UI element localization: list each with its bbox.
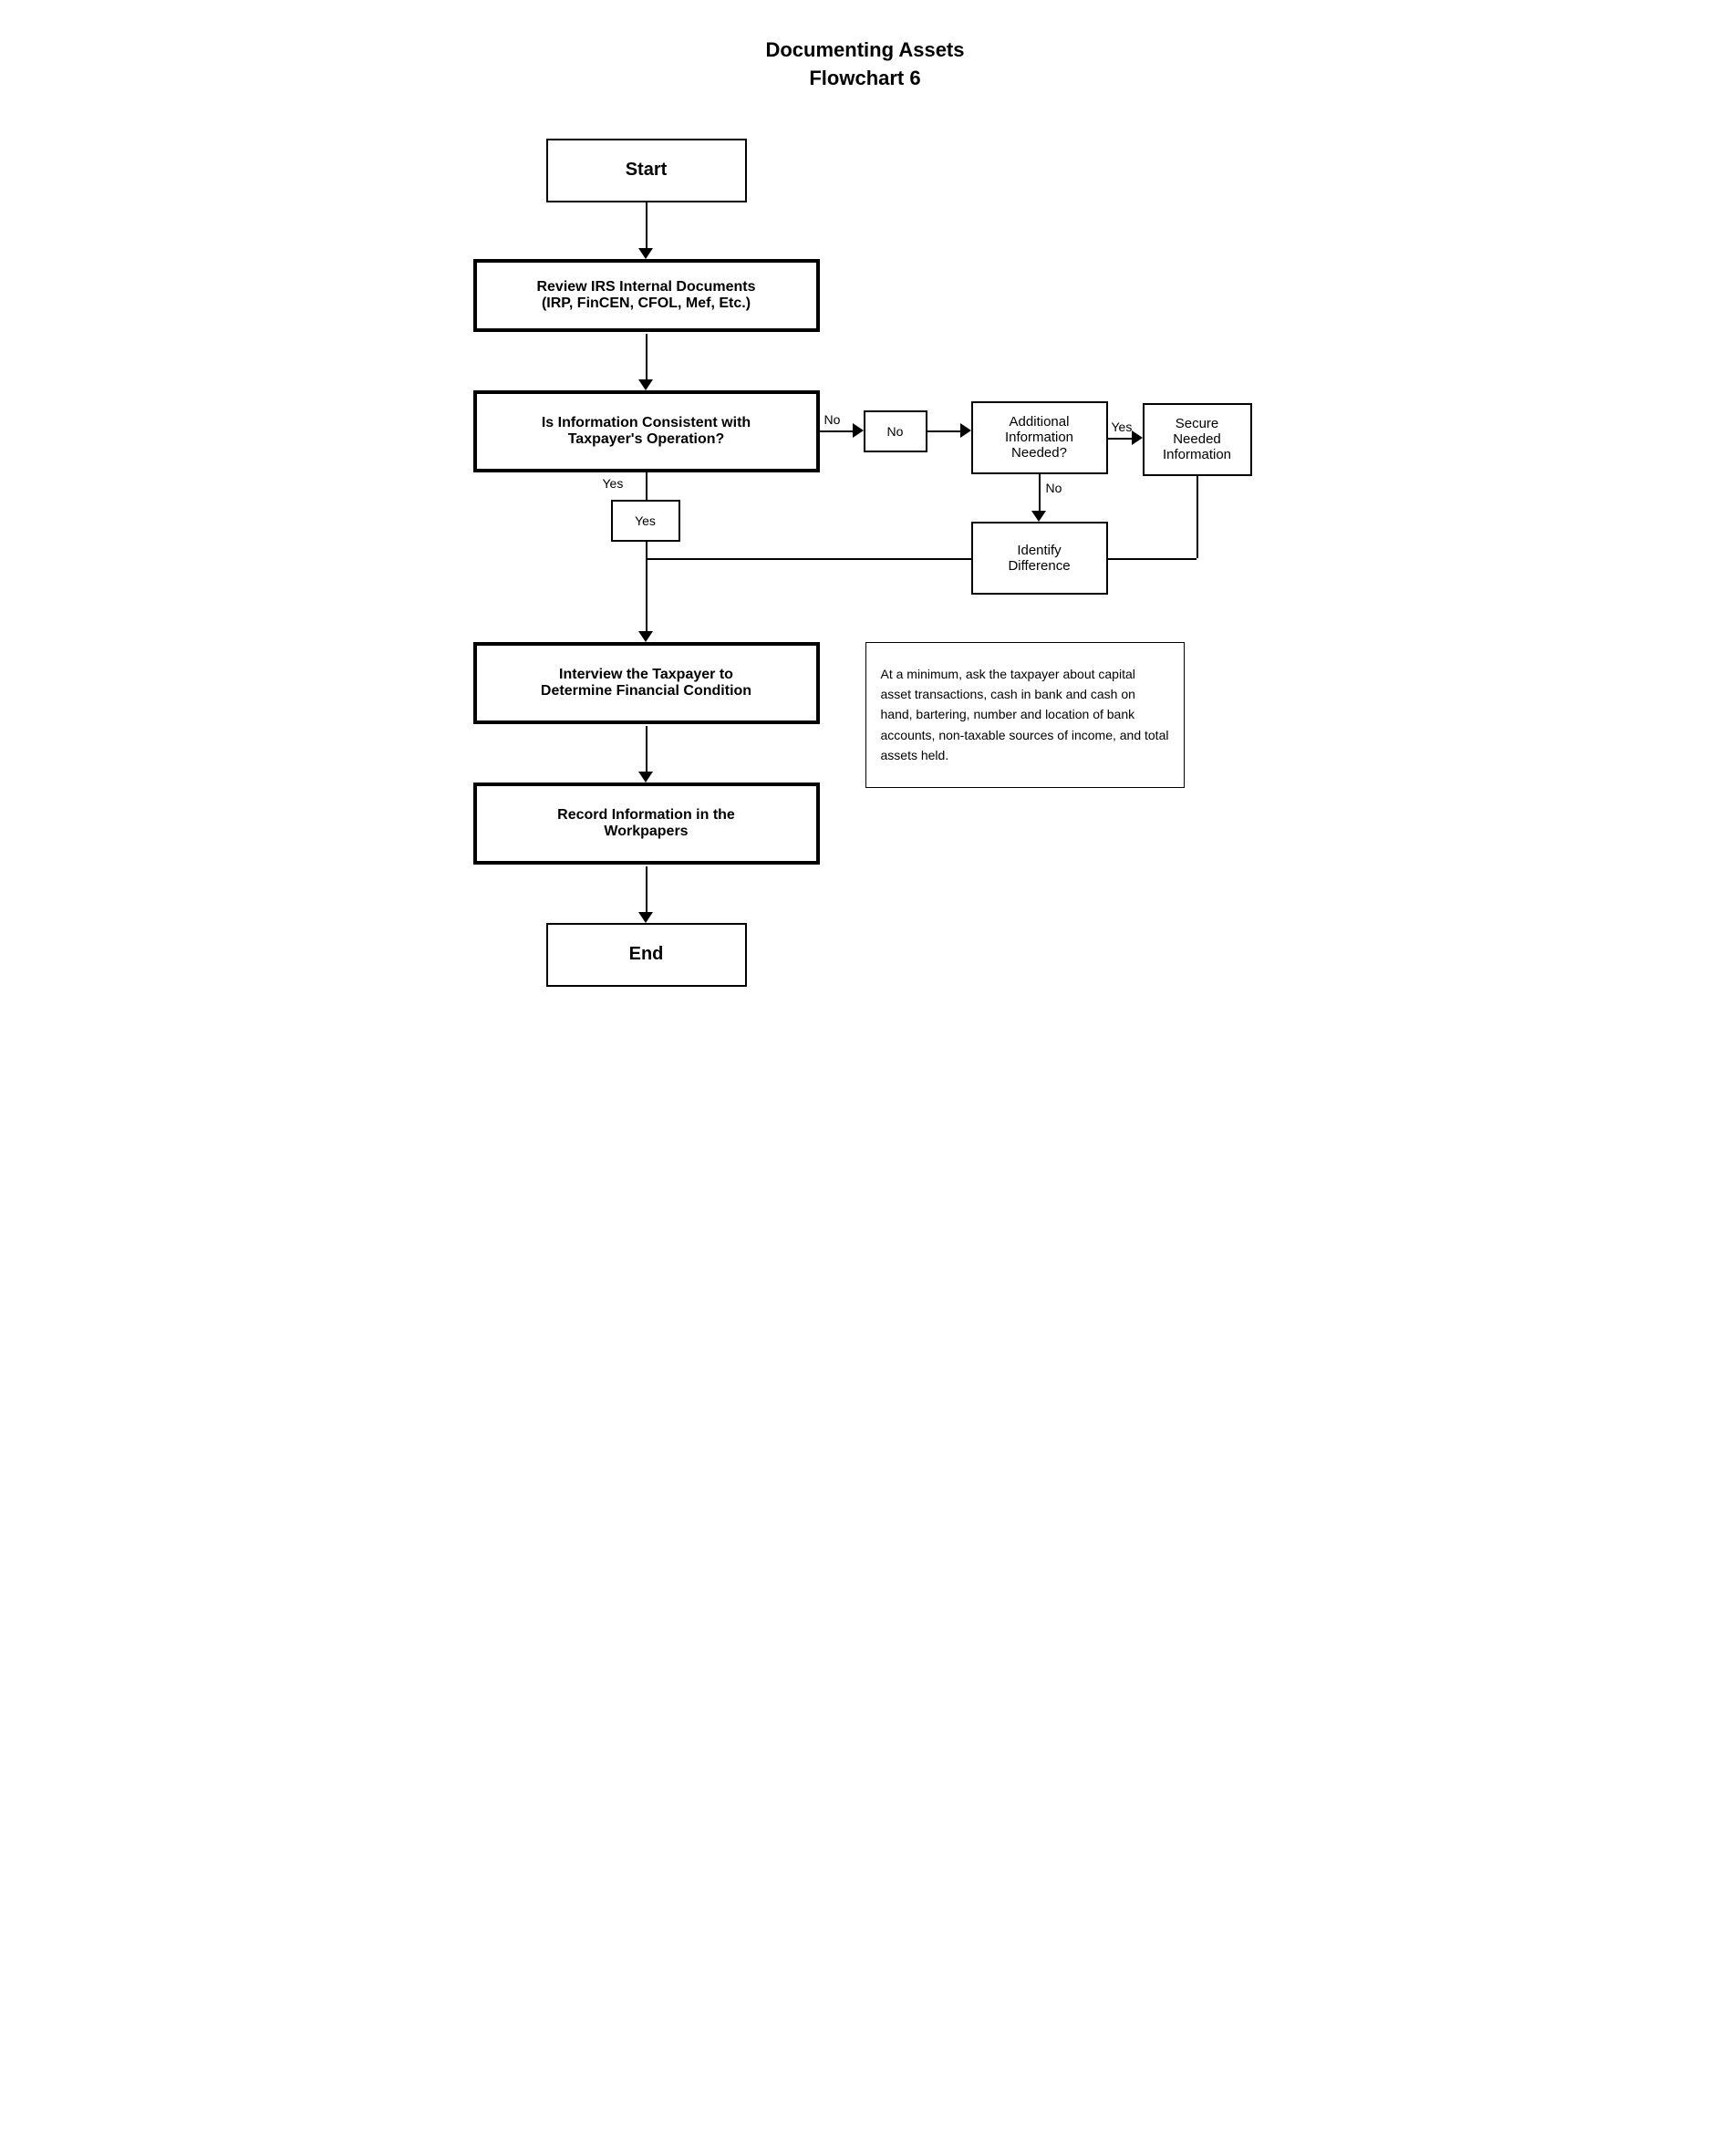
no-label-1: No — [824, 412, 841, 427]
interview-box: Interview the Taxpayer to Determine Fina… — [473, 642, 820, 724]
identify-diff-box: Identify Difference — [971, 522, 1108, 595]
page-title: Documenting Assets Flowchart 6 — [765, 36, 964, 93]
flowchart: Start Review IRS Internal Documents (IRP… — [473, 139, 1258, 1871]
end-box: End — [546, 923, 747, 987]
review-box: Review IRS Internal Documents (IRP, FinC… — [473, 259, 820, 332]
yes-label-left: Yes — [603, 476, 624, 491]
page: Documenting Assets Flowchart 6 Start Rev… — [455, 36, 1276, 2120]
yes-box: Yes — [611, 500, 680, 542]
additional-info-box: Additional Information Needed? — [971, 401, 1108, 474]
note-box: At a minimum, ask the taxpayer about cap… — [865, 642, 1185, 788]
secure-info-box: Secure Needed Information — [1143, 403, 1252, 476]
yes-label-right: Yes — [1112, 420, 1133, 434]
start-box: Start — [546, 139, 747, 202]
no-box: No — [864, 410, 927, 452]
is-consistent-box: Is Information Consistent with Taxpayer'… — [473, 390, 820, 472]
record-info-box: Record Information in the Workpapers — [473, 783, 820, 865]
no-label-2: No — [1046, 481, 1062, 495]
